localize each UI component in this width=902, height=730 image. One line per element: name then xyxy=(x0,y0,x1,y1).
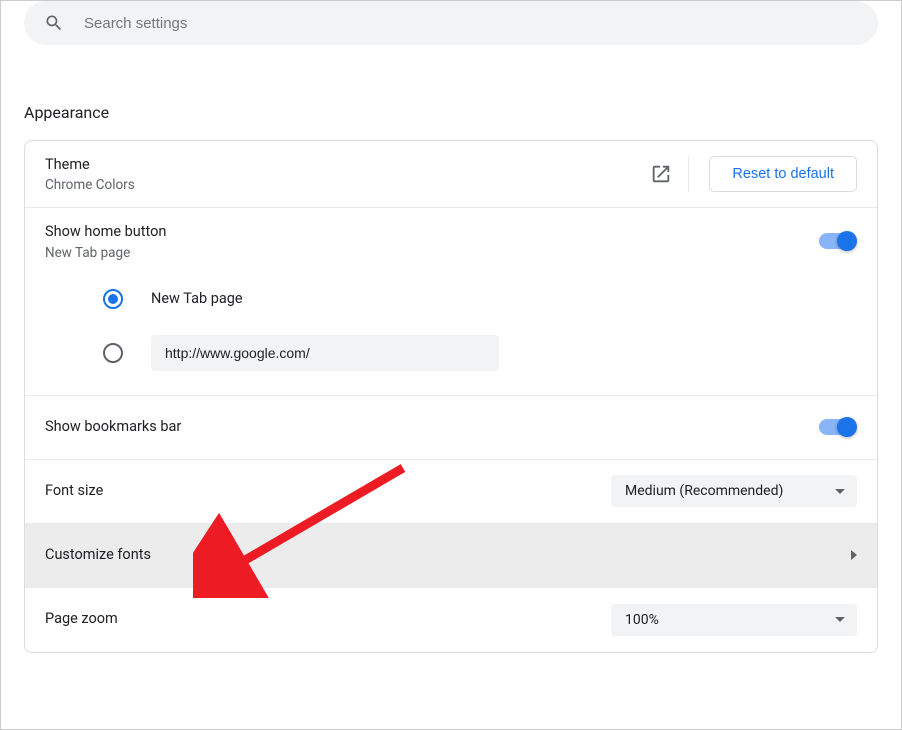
radio-new-tab-label: New Tab page xyxy=(151,290,243,307)
theme-row[interactable]: Theme Chrome Colors Reset to default xyxy=(25,141,877,208)
font-size-value: Medium (Recommended) xyxy=(625,483,783,499)
search-bar[interactable] xyxy=(24,1,878,45)
home-url-input[interactable] xyxy=(151,335,499,371)
search-icon xyxy=(44,13,64,33)
page-zoom-dropdown[interactable]: 100% xyxy=(611,604,857,636)
open-in-new-icon[interactable] xyxy=(650,163,672,185)
page-zoom-value: 100% xyxy=(625,612,659,628)
show-bookmarks-bar-row: Show bookmarks bar xyxy=(25,396,877,460)
page-zoom-row: Page zoom 100% xyxy=(25,588,877,652)
reset-to-default-button[interactable]: Reset to default xyxy=(709,156,857,192)
font-size-row: Font size Medium (Recommended) xyxy=(25,460,877,524)
chevron-right-icon xyxy=(851,550,857,560)
radio-new-tab-page[interactable]: New Tab page xyxy=(103,289,857,309)
home-button-options: New Tab page xyxy=(25,275,877,396)
radio-icon xyxy=(103,289,123,309)
show-home-button-sublabel: New Tab page xyxy=(45,245,819,261)
chevron-down-icon xyxy=(835,617,845,622)
search-input[interactable] xyxy=(84,15,858,32)
divider xyxy=(688,156,689,192)
radio-custom-url[interactable] xyxy=(103,335,857,371)
customize-fonts-row[interactable]: Customize fonts xyxy=(25,524,877,588)
show-home-button-label: Show home button xyxy=(45,222,819,242)
appearance-card: Theme Chrome Colors Reset to default Sho… xyxy=(24,140,878,653)
radio-icon xyxy=(103,343,123,363)
page-zoom-label: Page zoom xyxy=(45,609,611,629)
font-size-dropdown[interactable]: Medium (Recommended) xyxy=(611,475,857,507)
customize-fonts-label: Customize fonts xyxy=(45,545,851,565)
font-size-label: Font size xyxy=(45,481,611,501)
show-bookmarks-toggle[interactable] xyxy=(819,419,855,435)
chevron-down-icon xyxy=(835,489,845,494)
show-home-button-toggle[interactable] xyxy=(819,233,855,249)
theme-sublabel: Chrome Colors xyxy=(45,177,650,193)
theme-label: Theme xyxy=(45,155,650,175)
show-bookmarks-label: Show bookmarks bar xyxy=(45,417,819,437)
section-title-appearance: Appearance xyxy=(24,103,878,122)
show-home-button-row: Show home button New Tab page xyxy=(25,208,877,274)
